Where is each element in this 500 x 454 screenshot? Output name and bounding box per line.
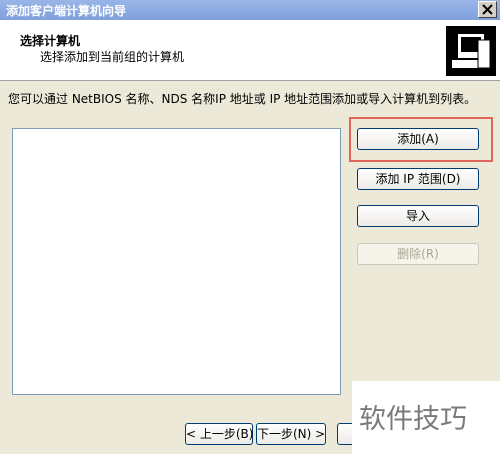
close-button[interactable] [478, 1, 497, 18]
title-bar: 添加客户端计算机向导 [0, 0, 500, 20]
instruction-text: 您可以通过 NetBIOS 名称、NDS 名称IP 地址或 IP 地址范围添加或… [8, 92, 477, 106]
import-button[interactable]: 导入 [357, 205, 479, 227]
delete-button[interactable]: 删除(R) [357, 243, 479, 265]
computer-list[interactable] [12, 128, 341, 395]
page-subtitle: 选择添加到当前组的计算机 [40, 50, 185, 64]
next-button[interactable]: 下一步(N) > [256, 423, 326, 445]
wizard-header: 选择计算机 选择添加到当前组的计算机 [0, 20, 500, 81]
watermark: 软件技巧 [352, 381, 500, 454]
close-icon [482, 4, 493, 15]
watermark-text: 软件技巧 [359, 404, 467, 435]
page-title: 选择计算机 [20, 34, 81, 48]
add-ip-range-button[interactable]: 添加 IP 范围(D) [357, 168, 479, 190]
computer-icon [446, 26, 496, 76]
back-button[interactable]: < 上一步(B) [185, 423, 253, 445]
add-button[interactable]: 添加(A) [357, 128, 479, 150]
window-title: 添加客户端计算机向导 [6, 4, 127, 18]
